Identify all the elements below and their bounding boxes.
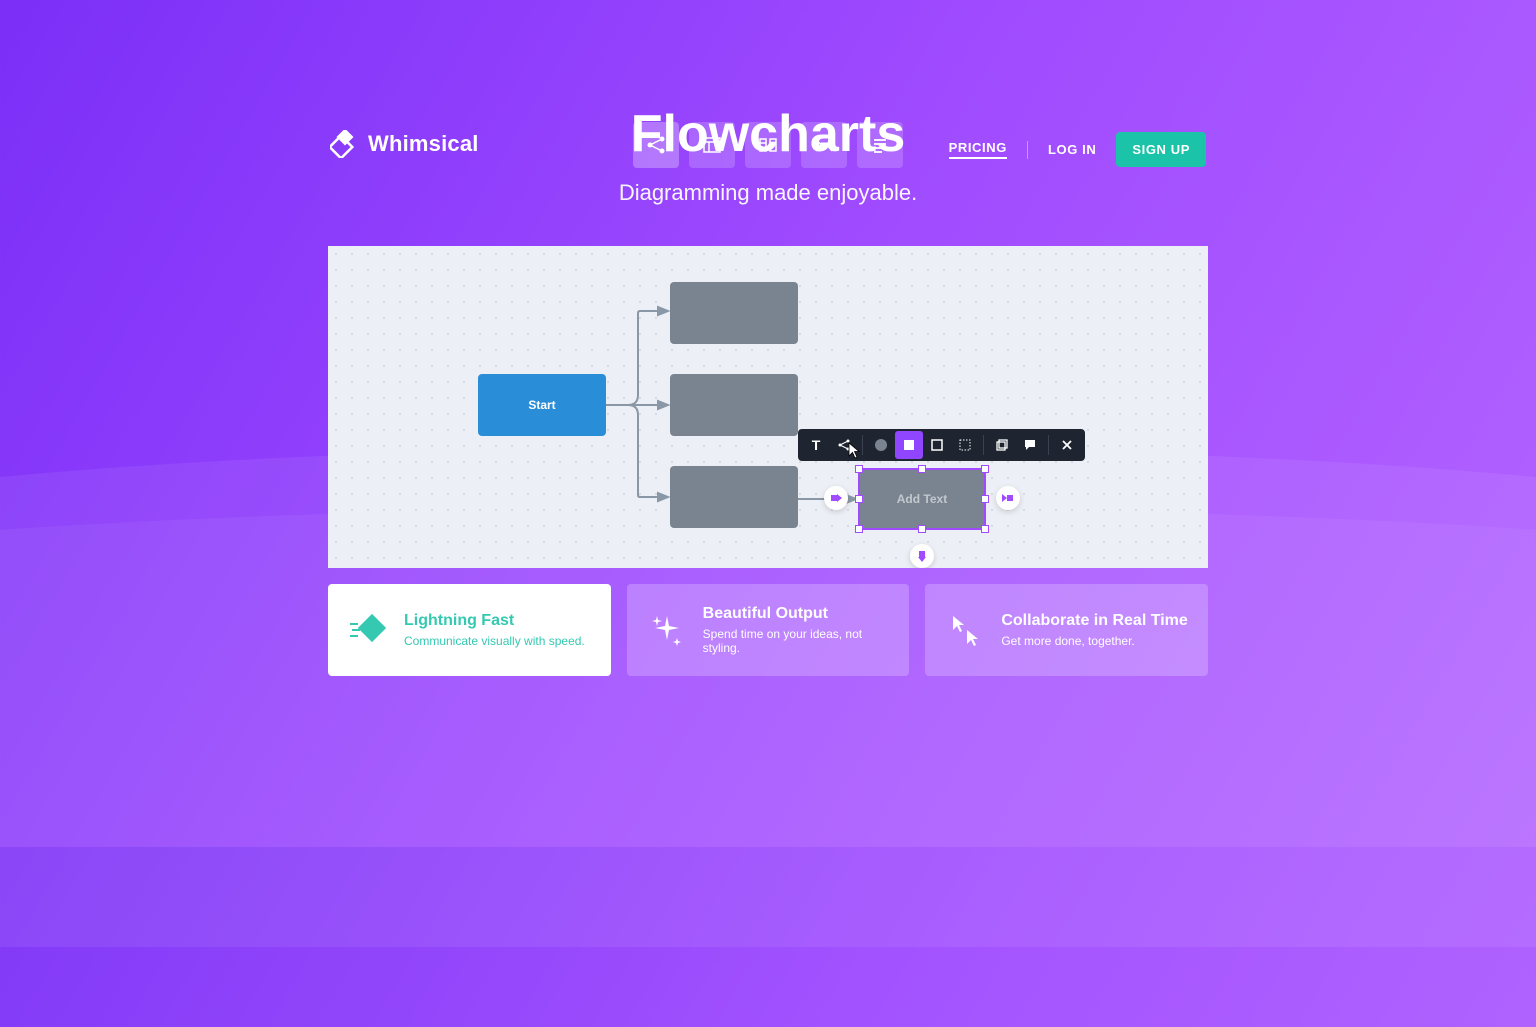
page-subtitle: Diagramming made enjoyable. bbox=[0, 180, 1536, 206]
border-style-icon[interactable] bbox=[951, 431, 979, 459]
node[interactable] bbox=[670, 466, 798, 528]
context-toolbar: T bbox=[798, 429, 1085, 461]
nav-mindmap-icon[interactable] bbox=[801, 122, 847, 168]
resize-handle[interactable] bbox=[855, 525, 863, 533]
resize-handle[interactable] bbox=[918, 465, 926, 473]
feature-collaborate[interactable]: Collaborate in Real Time Get more done, … bbox=[925, 584, 1208, 676]
fill-outline-icon[interactable] bbox=[923, 431, 951, 459]
feature-title: Lightning Fast bbox=[404, 612, 585, 630]
signup-button[interactable]: SIGN UP bbox=[1116, 132, 1206, 167]
feature-beautiful-output[interactable]: Beautiful Output Spend time on your idea… bbox=[627, 584, 910, 676]
sparkle-icon bbox=[647, 610, 687, 650]
text-tool-icon[interactable]: T bbox=[802, 431, 830, 459]
node[interactable] bbox=[670, 282, 798, 344]
start-node[interactable]: Start bbox=[478, 374, 606, 436]
feature-title: Beautiful Output bbox=[703, 605, 890, 623]
svg-text:T: T bbox=[812, 438, 821, 452]
copy-icon[interactable] bbox=[988, 431, 1016, 459]
resize-handle[interactable] bbox=[981, 495, 989, 503]
node[interactable] bbox=[670, 374, 798, 436]
header-links: PRICING LOG IN SIGN UP bbox=[949, 132, 1206, 167]
feature-desc: Communicate visually with speed. bbox=[404, 634, 585, 648]
feature-lightning-fast[interactable]: Lightning Fast Communicate visually with… bbox=[328, 584, 611, 676]
fill-solid-icon[interactable] bbox=[895, 431, 923, 459]
resize-handle[interactable] bbox=[981, 465, 989, 473]
pricing-link[interactable]: PRICING bbox=[949, 140, 1007, 159]
connection-handle[interactable] bbox=[910, 544, 934, 568]
resize-handle[interactable] bbox=[855, 495, 863, 503]
logo-text: Whimsical bbox=[368, 131, 479, 157]
connection-handle[interactable] bbox=[824, 486, 848, 510]
selected-node[interactable]: Add Text bbox=[858, 468, 986, 530]
login-link[interactable]: LOG IN bbox=[1048, 142, 1096, 157]
nav-flowchart-icon[interactable] bbox=[633, 122, 679, 168]
close-icon[interactable] bbox=[1053, 431, 1081, 459]
demo-canvas[interactable]: Start Add Text T bbox=[328, 246, 1208, 568]
color-icon[interactable] bbox=[867, 431, 895, 459]
nav-docs-icon[interactable] bbox=[857, 122, 903, 168]
placeholder-text: Add Text bbox=[897, 492, 947, 506]
logo[interactable]: Whimsical bbox=[330, 130, 479, 158]
comment-icon[interactable] bbox=[1016, 431, 1044, 459]
lightning-icon bbox=[348, 610, 388, 650]
resize-handle[interactable] bbox=[855, 465, 863, 473]
nav-sticky-icon[interactable] bbox=[745, 122, 791, 168]
connection-handle[interactable] bbox=[996, 486, 1020, 510]
feature-desc: Get more done, together. bbox=[1001, 634, 1187, 648]
feature-title: Collaborate in Real Time bbox=[1001, 612, 1187, 630]
nav-wireframe-icon[interactable] bbox=[689, 122, 735, 168]
feature-cards: Lightning Fast Communicate visually with… bbox=[328, 584, 1208, 676]
resize-handle[interactable] bbox=[918, 525, 926, 533]
resize-handle[interactable] bbox=[981, 525, 989, 533]
product-nav bbox=[633, 122, 903, 168]
feature-desc: Spend time on your ideas, not styling. bbox=[703, 627, 890, 655]
divider bbox=[1027, 141, 1028, 159]
cursors-icon bbox=[945, 610, 985, 650]
connector-tool-icon[interactable] bbox=[830, 431, 858, 459]
